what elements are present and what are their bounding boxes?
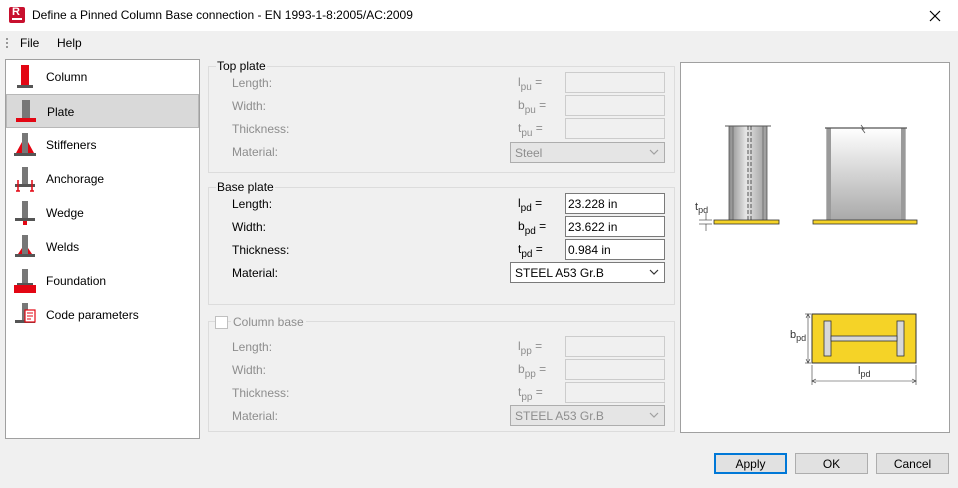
top-plate-width-field[interactable]	[565, 95, 665, 116]
nav-item-anchorage[interactable]: Anchorage	[6, 162, 199, 196]
base-plate-thickness-field[interactable]: 0.984 in	[565, 239, 665, 260]
column-base-length-symbol: lpp =	[518, 339, 543, 357]
top-plate-length-field[interactable]	[565, 72, 665, 93]
base-plate-thickness-label: Thickness:	[232, 243, 290, 257]
nav-item-column[interactable]: Column	[6, 60, 199, 94]
tpd-dimension	[699, 213, 712, 231]
column-icon	[17, 65, 33, 88]
nav-label-column: Column	[46, 70, 88, 84]
nav-item-welds[interactable]: Welds	[6, 230, 199, 264]
menu-bar: File Help	[0, 31, 958, 55]
menu-file[interactable]: File	[20, 36, 39, 50]
cancel-button[interactable]: Cancel	[876, 453, 949, 474]
nav-item-plate[interactable]: Plate	[6, 94, 199, 128]
nav-label-foundation: Foundation	[46, 274, 107, 288]
base-plate-material-value: STEEL A53 Gr.B	[515, 266, 604, 280]
toolbar-grip-icon[interactable]	[6, 38, 8, 48]
lpd-label: lpd	[858, 365, 871, 380]
column-base-length-label: Length:	[232, 340, 273, 354]
chevron-down-icon	[649, 149, 659, 155]
app-logo-icon: R	[9, 6, 25, 23]
close-icon	[929, 10, 941, 21]
column-base-checkbox[interactable]	[215, 316, 228, 329]
ok-button[interactable]: OK	[795, 453, 868, 474]
top-plate-material-label: Material:	[232, 145, 279, 159]
top-plate-width-label: Width:	[232, 99, 267, 113]
plate-icon	[16, 100, 36, 122]
nav-item-foundation[interactable]: Foundation	[6, 264, 199, 298]
top-plate-material-value: Steel	[515, 146, 543, 160]
base-plate-length-field[interactable]: 23.228 in	[565, 193, 665, 214]
base-plate-diagram	[699, 124, 918, 385]
nav-item-wedge[interactable]: Wedge	[6, 196, 199, 230]
chevron-down-icon	[649, 412, 659, 418]
base-plate-width-label: Width:	[232, 220, 267, 234]
top-plate-title: Top plate	[216, 59, 267, 73]
chevron-down-icon	[649, 269, 659, 275]
apply-button[interactable]: Apply	[714, 453, 787, 474]
column-base-length-field[interactable]	[565, 336, 665, 357]
base-plate-length-label: Length:	[232, 197, 273, 211]
column-base-title: Column base	[231, 315, 306, 329]
nav-label-welds: Welds	[46, 240, 80, 254]
preview-drawing: tpd bpd lpd	[680, 62, 950, 433]
top-plate-thickness-field[interactable]	[565, 118, 665, 139]
top-plate-material-select[interactable]: Steel	[510, 142, 665, 163]
anchorage-icon	[15, 167, 35, 192]
column-base-material-label: Material:	[232, 409, 279, 423]
column-front-view	[812, 124, 918, 225]
close-button[interactable]	[912, 0, 958, 31]
top-plate-length-symbol: lpu =	[518, 75, 543, 93]
base-plate-width-symbol: bpd =	[518, 219, 547, 237]
column-base-width-label: Width:	[232, 363, 267, 377]
base-plate-material-label: Material:	[232, 266, 279, 280]
welds-icon	[15, 235, 35, 257]
menu-help[interactable]: Help	[57, 36, 82, 50]
top-plate-width-symbol: bpu =	[518, 98, 547, 116]
category-list: Column Plate Stiffeners Anchorage Wedge …	[5, 59, 200, 439]
column-base-thickness-symbol: tpp =	[518, 385, 543, 403]
nav-item-code-parameters[interactable]: Code parameters	[6, 298, 199, 332]
column-side-view	[713, 125, 780, 225]
base-plate-material-select[interactable]: STEEL A53 Gr.B	[510, 262, 665, 283]
top-plate-thickness-symbol: tpu =	[518, 121, 543, 139]
column-base-material-select[interactable]: STEEL A53 Gr.B	[510, 405, 665, 426]
nav-item-stiffeners[interactable]: Stiffeners	[6, 128, 199, 162]
nav-label-plate: Plate	[47, 105, 75, 119]
nav-label-anchorage: Anchorage	[46, 172, 105, 186]
base-plate-thickness-symbol: tpd =	[518, 242, 543, 260]
bpd-label: bpd	[790, 329, 807, 344]
top-plate-thickness-label: Thickness:	[232, 122, 290, 136]
nav-label-code-parameters: Code parameters	[46, 308, 139, 322]
nav-label-wedge: Wedge	[46, 206, 84, 220]
base-plate-length-symbol: lpd =	[518, 196, 543, 214]
title-bar: R Define a Pinned Column Base connection…	[0, 0, 958, 31]
column-base-thickness-field[interactable]	[565, 382, 665, 403]
tpd-label: tpd	[695, 201, 709, 216]
nav-label-stiffeners: Stiffeners	[46, 138, 97, 152]
window-title: Define a Pinned Column Base connection -…	[32, 8, 413, 22]
code-parameters-icon	[15, 303, 36, 323]
stiffeners-icon	[14, 133, 36, 156]
column-base-material-value: STEEL A53 Gr.B	[515, 409, 604, 423]
column-base-width-symbol: bpp =	[518, 362, 547, 380]
column-base-thickness-label: Thickness:	[232, 386, 290, 400]
column-base-width-field[interactable]	[565, 359, 665, 380]
base-plate-title: Base plate	[216, 180, 275, 194]
top-plate-length-label: Length:	[232, 76, 273, 90]
base-plate-width-field[interactable]: 23.622 in	[565, 216, 665, 237]
foundation-icon	[14, 269, 36, 293]
wedge-icon	[15, 201, 35, 225]
